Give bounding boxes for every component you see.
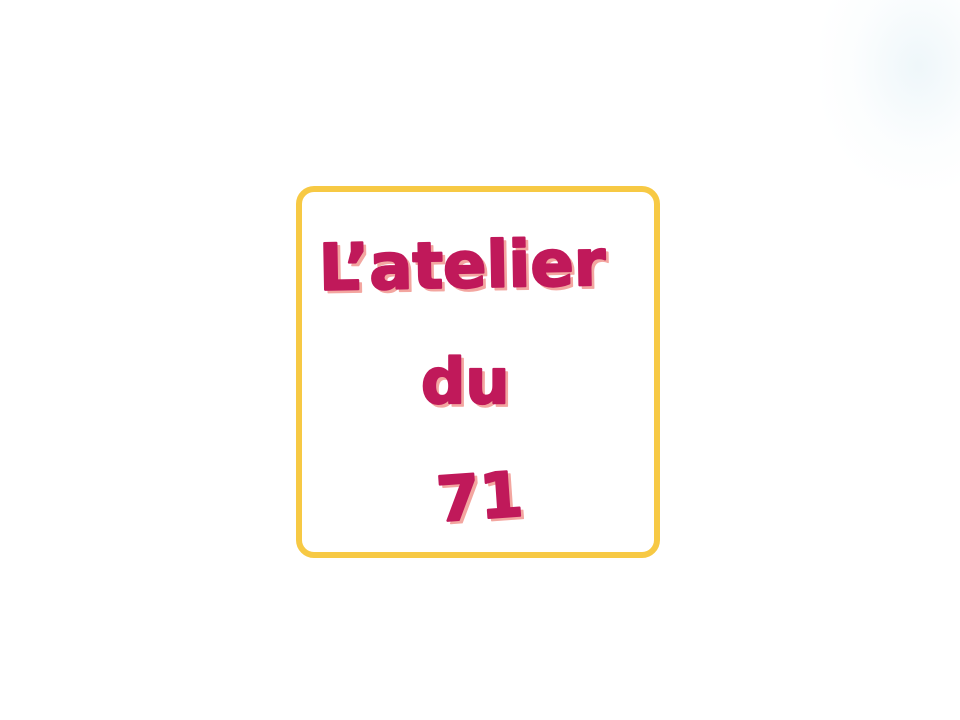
screen: L’atelier du 71 L’atelier du 71 [0, 0, 960, 720]
logo-line1: L’atelier [318, 227, 606, 306]
light-glare [820, 0, 960, 190]
logo-badge: L’atelier du 71 L’atelier du 71 [296, 186, 660, 558]
logo-line3: 71 [434, 458, 525, 537]
logo-lettering: L’atelier du 71 L’atelier du 71 [317, 226, 610, 540]
logo-line2: du [421, 345, 510, 418]
